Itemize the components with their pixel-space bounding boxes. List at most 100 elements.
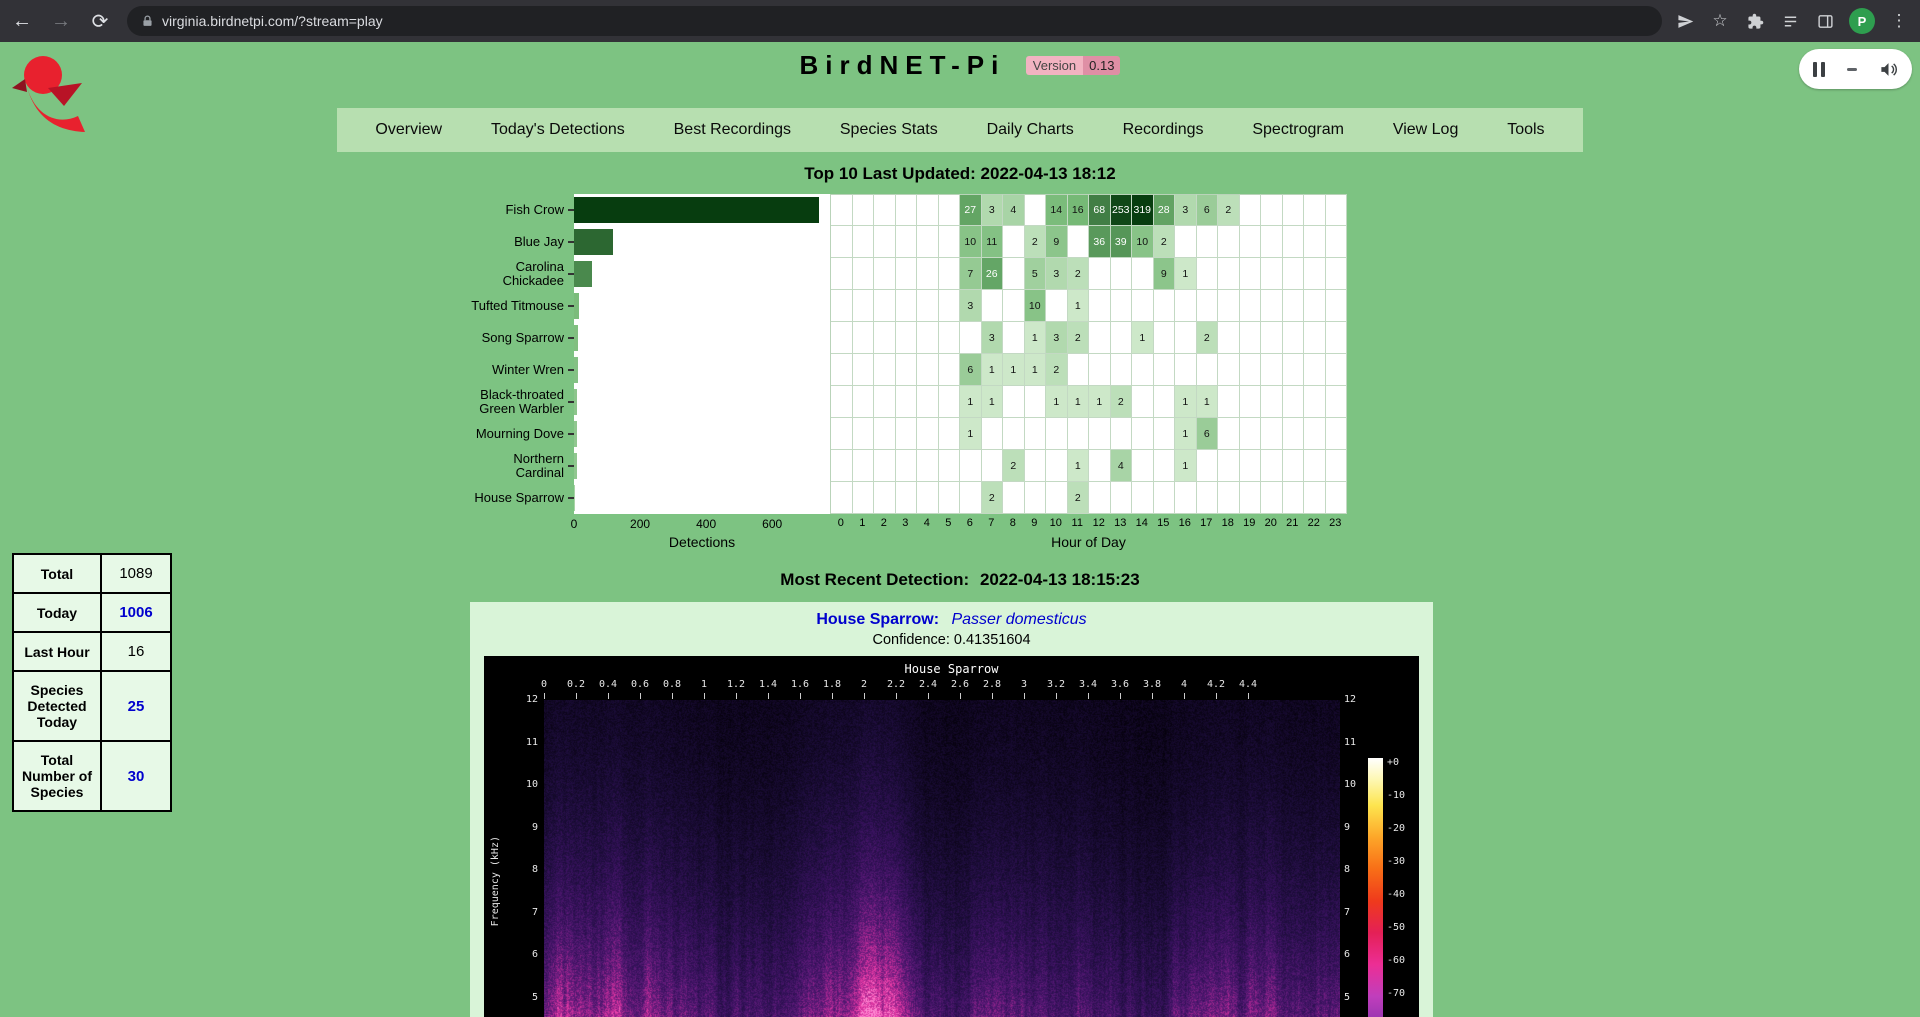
nav-menu: Overview Today's Detections Best Recording… [337,108,1583,152]
hour-axis-tick: 4 [916,517,938,532]
heatmap-cell [1046,290,1068,322]
heatmap-cell [831,290,853,322]
bookmark-star-icon[interactable]: ☆ [1709,10,1731,32]
heatmap-cell: 1 [960,418,982,450]
heatmap-cell [1132,418,1154,450]
heatmap-cell: 1 [1175,386,1197,418]
spectrogram-ylabel: Frequency (kHz) [490,836,501,926]
heatmap-cell [1218,450,1240,482]
lock-icon [141,14,154,28]
stat-value[interactable]: 30 [101,741,171,811]
freq-axis-label-left: 9 [512,822,538,833]
heatmap-cell [1326,290,1348,322]
stat-value[interactable]: 25 [101,671,171,741]
heatmap-cell [960,450,982,482]
heatmap-cell: 39 [1111,226,1133,258]
heatmap-row: 273414166825331928362 [830,194,1347,226]
species-label: Black-throated Green Warbler [408,386,574,418]
nav-item-tools[interactable]: Tools [1501,118,1550,142]
heatmap-cell: 1 [1068,290,1090,322]
heatmap-cell [1283,322,1305,354]
nav-item-best-recordings[interactable]: Best Recordings [668,118,797,142]
reading-list-icon[interactable] [1779,10,1801,32]
heatmap-cell: 9 [1154,258,1176,290]
chart-axis-titles: DetectionsHour of Day [408,532,1347,550]
back-button[interactable]: ← [5,4,39,38]
heatmap-cell [1283,194,1305,226]
volume-button[interactable] [1879,60,1898,79]
time-axis-tickmark [544,693,545,699]
db-axis-label: -60 [1387,955,1405,966]
nav-item-daily-charts[interactable]: Daily Charts [981,118,1080,142]
nav-item-view-log[interactable]: View Log [1387,118,1465,142]
hour-axis-tick: 19 [1239,517,1261,532]
heatmap-cell [1326,386,1348,418]
nav-item-today-s-detections[interactable]: Today's Detections [485,118,631,142]
axis-spacer [408,514,574,532]
heatmap-cell [1304,322,1326,354]
recent-detection-value: 2022-04-13 18:15:23 [980,570,1140,589]
browser-menu-icon[interactable]: ⋮ [1888,10,1910,32]
profile-avatar[interactable]: P [1849,8,1875,34]
stat-value[interactable]: 1006 [101,593,171,632]
heatmap-cell [1154,354,1176,386]
hour-axis-tick: 21 [1282,517,1304,532]
heatmap-cell [896,194,918,226]
nav-item-overview[interactable]: Overview [369,118,448,142]
species-label: Northern Cardinal [408,450,574,482]
heatmap-cell: 2 [1197,322,1219,354]
pause-button[interactable] [1813,62,1825,77]
extensions-puzzle-icon[interactable] [1744,10,1766,32]
heatmap-cell: 6 [1197,418,1219,450]
detection-count-bar [574,357,578,383]
heatmap-cell [1025,418,1047,450]
time-axis-label: 3.4 [1079,679,1097,690]
heatmap-cell [1197,354,1219,386]
bar-axis-ticks: 0200400600 [574,514,830,532]
heatmap-cell [917,194,939,226]
heatmap-cell [1304,226,1326,258]
time-axis-label: 1.2 [727,679,745,690]
heatmap-cell [1261,418,1283,450]
detection-scientific-link[interactable]: Passer domesticus [951,611,1086,628]
hour-axis-tick: 10 [1045,517,1067,532]
heatmap-cell [1261,450,1283,482]
heatmap-cell: 2 [1218,194,1240,226]
heatmap-cell [982,290,1004,322]
chart-row: Blue Jay1011293639102 [408,226,1347,258]
hour-axis-tick: 13 [1110,517,1132,532]
detection-species-link[interactable]: House Sparrow: [816,611,939,628]
heatmap-cell [1089,450,1111,482]
reload-button[interactable]: ⟳ [83,4,117,38]
send-icon[interactable] [1674,10,1696,32]
species-label-text: Blue Jay [514,235,564,249]
heatmap-cell [982,418,1004,450]
time-axis-tickmark [1184,693,1185,699]
heatmap-cell [1025,386,1047,418]
side-panel-icon[interactable] [1814,10,1836,32]
species-label-text: Black-throated Green Warbler [464,388,564,416]
page-title: BirdNET-Pi [800,50,1006,80]
heatmap-cell [874,354,896,386]
nav-item-spectrogram[interactable]: Spectrogram [1246,118,1350,142]
audio-player[interactable] [1799,49,1912,89]
forward-button[interactable]: → [44,4,78,38]
heatmap-cell [874,226,896,258]
heatmap-cell: 16 [1068,194,1090,226]
heatmap-cell: 3 [982,322,1004,354]
freq-axis-label-right: 9 [1344,822,1350,833]
heatmap-cell [1175,322,1197,354]
heatmap-cell [853,418,875,450]
nav-item-recordings[interactable]: Recordings [1117,118,1210,142]
freq-axis-label-left: 10 [512,779,538,790]
time-axis-tickmark [704,693,705,699]
url-bar[interactable]: virginia.birdnetpi.com/?stream=play [127,6,1662,36]
heatmap-row: 72653291 [830,258,1347,290]
heatmap-cell [1111,354,1133,386]
heatmap-cell: 28 [1154,194,1176,226]
url-text: virginia.birdnetpi.com/?stream=play [162,13,383,29]
time-axis-label: 3.2 [1047,679,1065,690]
heatmap-cell [896,482,918,514]
heatmap-row: 11111211 [830,386,1347,418]
nav-item-species-stats[interactable]: Species Stats [834,118,944,142]
